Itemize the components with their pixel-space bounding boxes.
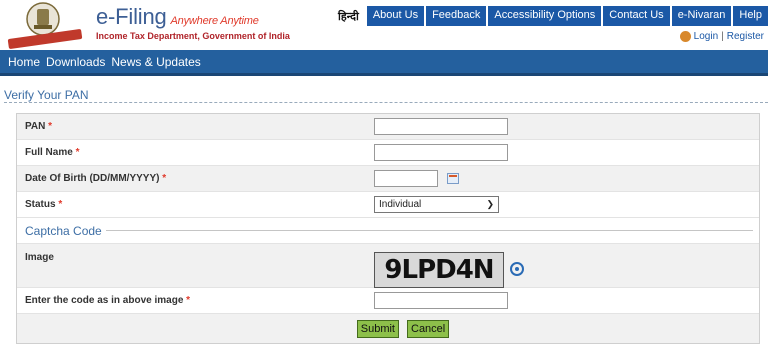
- register-link[interactable]: Register: [727, 31, 764, 42]
- required-mark: *: [75, 147, 80, 158]
- full-name-input[interactable]: [374, 144, 508, 161]
- captcha-image: 9LPD4N: [374, 252, 504, 288]
- captcha-section-header: Captcha Code: [17, 218, 759, 244]
- chevron-down-icon: ❯: [486, 199, 494, 209]
- page-title: Verify Your PAN: [4, 88, 89, 102]
- calendar-icon[interactable]: [447, 173, 459, 184]
- pan-label-text: PAN: [25, 121, 46, 132]
- refresh-icon[interactable]: [510, 262, 524, 276]
- brand-name: e-Filing: [96, 4, 167, 29]
- required-mark: *: [162, 173, 167, 184]
- top-nav-help[interactable]: Help: [733, 6, 768, 26]
- form-actions: Submit Cancel: [17, 314, 759, 343]
- top-nav: हिन्दी About Us Feedback Accessibility O…: [332, 6, 768, 26]
- cancel-button[interactable]: Cancel: [407, 319, 450, 338]
- pan-row: PAN *: [17, 114, 759, 140]
- dob-label-text: Date Of Birth (DD/MM/YYYY): [25, 173, 160, 184]
- department-name: Income Tax Department, Government of Ind…: [96, 31, 290, 41]
- verify-pan-form: PAN * Full Name * Date Of Birth (DD/MM/Y…: [16, 113, 760, 344]
- title-divider: [4, 102, 768, 103]
- top-nav-contact-us[interactable]: Contact Us: [603, 6, 670, 26]
- login-link[interactable]: Login: [694, 31, 718, 42]
- required-mark: *: [48, 121, 53, 132]
- status-label: Status *: [17, 199, 374, 210]
- required-mark: *: [186, 295, 191, 306]
- status-label-text: Status: [25, 199, 56, 210]
- required-mark: *: [58, 199, 63, 210]
- dob-row: Date Of Birth (DD/MM/YYYY) *: [17, 166, 759, 192]
- brand-tagline: Anywhere Anytime: [170, 15, 259, 27]
- pan-label: PAN *: [17, 121, 374, 132]
- captcha-code-row: Enter the code as in above image *: [17, 288, 759, 314]
- full-name-label: Full Name *: [17, 147, 374, 158]
- dob-label: Date Of Birth (DD/MM/YYYY) *: [17, 173, 374, 184]
- user-icon: [679, 31, 691, 42]
- main-nav: Home Downloads News & Updates: [0, 50, 768, 76]
- login-area: Login | Register: [679, 31, 764, 42]
- nav-home[interactable]: Home: [8, 55, 40, 69]
- top-nav-accessibility[interactable]: Accessibility Options: [488, 6, 602, 26]
- dob-input[interactable]: [374, 170, 438, 187]
- language-link-hindi[interactable]: हिन्दी: [332, 6, 365, 26]
- emblem-icon: [26, 2, 60, 36]
- image-label: Image: [25, 252, 54, 263]
- top-nav-about-us[interactable]: About Us: [366, 6, 425, 26]
- captcha-divider: [105, 230, 753, 231]
- captcha-code-label: Enter the code as in above image *: [17, 295, 374, 306]
- captcha-code-input[interactable]: [374, 292, 508, 309]
- pan-input[interactable]: [374, 118, 508, 135]
- top-nav-e-nivaran[interactable]: e-Nivaran: [671, 6, 732, 26]
- status-value: Individual: [379, 199, 422, 210]
- submit-button[interactable]: Submit: [356, 319, 399, 338]
- top-nav-feedback[interactable]: Feedback: [426, 6, 487, 26]
- nav-downloads[interactable]: Downloads: [46, 55, 105, 69]
- full-name-row: Full Name *: [17, 140, 759, 166]
- captcha-code-label-text: Enter the code as in above image: [25, 295, 184, 306]
- captcha-heading: Captcha Code: [25, 223, 102, 238]
- status-select[interactable]: Individual ❯: [374, 196, 499, 213]
- nav-news-updates[interactable]: News & Updates: [111, 55, 200, 69]
- brand-title[interactable]: e-Filing Anywhere Anytime: [96, 4, 259, 30]
- site-header: e-Filing Anywhere Anytime Income Tax Depa…: [0, 0, 768, 50]
- captcha-image-row: Image 9LPD4N: [17, 244, 759, 288]
- login-separator: |: [721, 31, 724, 42]
- status-row: Status * Individual ❯: [17, 192, 759, 218]
- full-name-label-text: Full Name: [25, 147, 73, 158]
